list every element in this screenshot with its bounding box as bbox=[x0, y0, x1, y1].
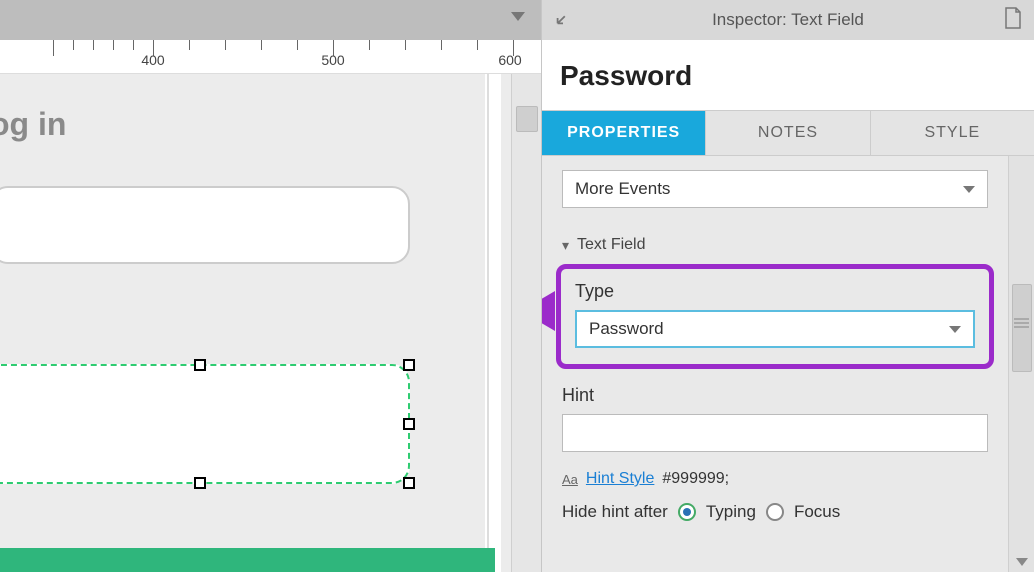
annotation-arrow-icon bbox=[542, 291, 555, 331]
radio-focus-label: Focus bbox=[794, 502, 840, 522]
text-style-icon: Aa bbox=[562, 472, 578, 487]
ruler-label: 400 bbox=[141, 52, 164, 68]
more-events-dropdown[interactable]: More Events bbox=[562, 170, 988, 208]
widget-name: Password bbox=[542, 40, 1034, 110]
annotation-callout: Type Password bbox=[556, 264, 994, 369]
radio-typing[interactable] bbox=[678, 503, 696, 521]
resize-handle-se[interactable] bbox=[403, 477, 415, 489]
page-icon[interactable] bbox=[1004, 7, 1022, 34]
inspector-panel: Inspector: Text Field Password PROPERTIE… bbox=[541, 0, 1034, 572]
inspector-vertical-scrollbar[interactable] bbox=[1008, 156, 1034, 572]
inspector-title: Inspector: Text Field bbox=[572, 10, 1004, 30]
chevron-down-icon bbox=[949, 326, 961, 333]
section-label: Text Field bbox=[577, 236, 645, 254]
chevron-down-icon bbox=[963, 186, 975, 193]
resize-handle-n[interactable] bbox=[194, 359, 206, 371]
canvas-pane: 400 500 600 og in bbox=[0, 0, 541, 572]
hide-hint-label: Hide hint after bbox=[562, 502, 668, 522]
canvas-toolbar bbox=[0, 0, 541, 40]
canvas-vertical-scrollbar[interactable] bbox=[511, 74, 541, 572]
hint-style-value: #999999; bbox=[662, 470, 729, 488]
ruler-label: 500 bbox=[321, 52, 344, 68]
more-events-label: More Events bbox=[575, 179, 670, 199]
inspector-tabs: PROPERTIES NOTES STYLE bbox=[542, 110, 1034, 156]
resize-handle-ne[interactable] bbox=[403, 359, 415, 371]
chevron-down-icon: ▾ bbox=[562, 237, 569, 254]
page-heading: og in bbox=[0, 106, 66, 143]
type-label: Type bbox=[575, 281, 975, 302]
tab-style[interactable]: STYLE bbox=[871, 111, 1034, 155]
collapse-icon[interactable] bbox=[554, 9, 572, 32]
scrollbar-thumb[interactable] bbox=[1012, 284, 1032, 372]
type-dropdown[interactable]: Password bbox=[575, 310, 975, 348]
tab-properties[interactable]: PROPERTIES bbox=[542, 111, 706, 155]
selected-widget[interactable] bbox=[0, 364, 410, 484]
horizontal-ruler: 400 500 600 bbox=[0, 40, 541, 74]
canvas-body[interactable]: og in bbox=[0, 74, 541, 572]
hint-style-link[interactable]: Hint Style bbox=[586, 470, 654, 488]
scrollbar-thumb[interactable] bbox=[516, 106, 538, 132]
inspector-header: Inspector: Text Field bbox=[542, 0, 1034, 40]
section-text-field[interactable]: ▾ Text Field bbox=[562, 236, 988, 254]
button-widget[interactable] bbox=[0, 548, 495, 572]
properties-panel: More Events ▾ Text Field Type Password bbox=[542, 156, 1008, 572]
type-value: Password bbox=[589, 319, 664, 339]
radio-focus[interactable] bbox=[766, 503, 784, 521]
hint-label: Hint bbox=[562, 385, 988, 406]
tab-notes[interactable]: NOTES bbox=[706, 111, 870, 155]
resize-handle-s[interactable] bbox=[194, 477, 206, 489]
radio-typing-label: Typing bbox=[706, 502, 756, 522]
scroll-down-icon[interactable] bbox=[1016, 558, 1028, 566]
text-field-widget[interactable] bbox=[0, 186, 410, 264]
resize-handle-e[interactable] bbox=[403, 418, 415, 430]
ruler-label: 600 bbox=[498, 52, 521, 68]
toolbar-dropdown-icon[interactable] bbox=[511, 12, 525, 21]
hint-input[interactable] bbox=[562, 414, 988, 452]
